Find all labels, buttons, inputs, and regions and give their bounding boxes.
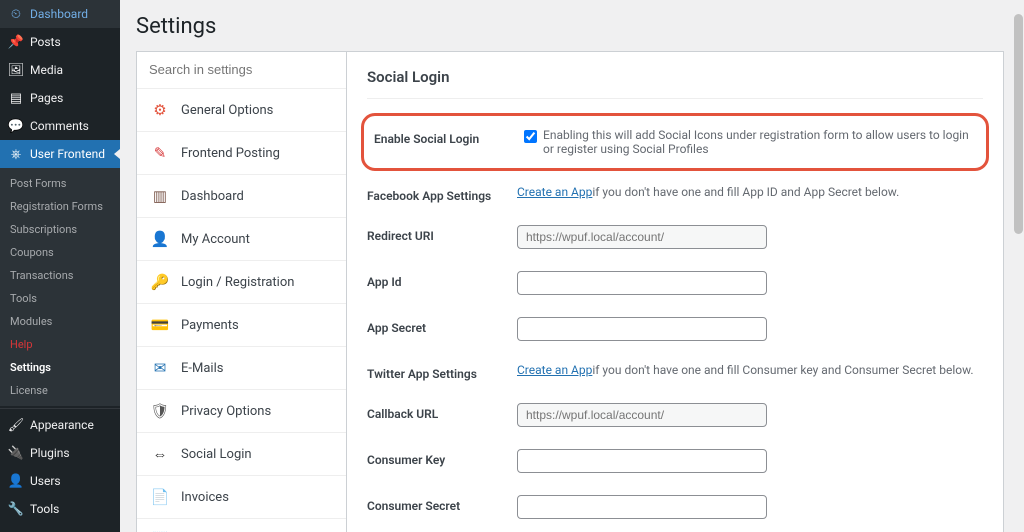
pin-icon: 📌 <box>8 34 24 50</box>
label-redirect-uri: Redirect URI <box>367 225 517 243</box>
submenu-registration-forms[interactable]: Registration Forms <box>0 195 120 218</box>
nav-tax[interactable]: 🧾Tax <box>137 519 346 532</box>
tools-icon: 🔧 <box>8 501 24 517</box>
nav-invoices[interactable]: 📄Invoices <box>137 476 346 519</box>
callback-url-input[interactable] <box>517 403 767 427</box>
media-icon: 🖼 <box>8 62 24 78</box>
nav-social-login[interactable]: ⇔Social Login <box>137 433 346 476</box>
page-title: Settings <box>136 14 1004 39</box>
label-consumer-key: Consumer Key <box>367 449 517 467</box>
facebook-create-app-link[interactable]: Create an App <box>517 185 592 199</box>
label-enable-social: Enable Social Login <box>374 128 524 146</box>
menu-posts[interactable]: 📌Posts <box>0 28 120 56</box>
submenu-subscriptions[interactable]: Subscriptions <box>0 218 120 241</box>
twitter-create-app-link[interactable]: Create an App <box>517 363 592 377</box>
menu-media[interactable]: 🖼Media <box>0 56 120 84</box>
menu-plugins[interactable]: 🔌Plugins <box>0 439 120 467</box>
menu-tools[interactable]: 🔧Tools <box>0 495 120 523</box>
app-id-input[interactable] <box>517 271 767 295</box>
nav-privacy-options[interactable]: 🛡Privacy Options <box>137 390 346 433</box>
users-icon: 👤 <box>8 473 24 489</box>
submenu-tools[interactable]: Tools <box>0 287 120 310</box>
menu-comments[interactable]: 💬Comments <box>0 112 120 140</box>
card-icon: 💳 <box>151 316 169 334</box>
comment-icon: 💬 <box>8 118 24 134</box>
label-app-id: App Id <box>367 271 517 289</box>
settings-search <box>137 52 346 89</box>
nav-payments[interactable]: 💳Payments <box>137 304 346 347</box>
settings-panel: ⚙General Options ✎Frontend Posting ▥Dash… <box>136 51 1004 532</box>
twitter-desc: if you don't have one and fill Consumer … <box>592 363 973 377</box>
main-content: Settings ⚙General Options ✎Frontend Post… <box>120 0 1024 532</box>
section-title: Social Login <box>367 68 983 99</box>
key-icon: 🔑 <box>151 273 169 291</box>
submenu-coupons[interactable]: Coupons <box>0 241 120 264</box>
menu-user-frontend[interactable]: ⎈User Frontend <box>0 140 120 168</box>
plugin-icon: 🔌 <box>8 445 24 461</box>
submenu: Post Forms Registration Forms Subscripti… <box>0 168 120 406</box>
submenu-transactions[interactable]: Transactions <box>0 264 120 287</box>
settings-nav: ⚙General Options ✎Frontend Posting ▥Dash… <box>137 52 347 532</box>
scrollbar[interactable] <box>1014 14 1023 234</box>
nav-general-options[interactable]: ⚙General Options <box>137 89 346 132</box>
facebook-desc: if you don't have one and fill App ID an… <box>592 185 899 199</box>
enable-social-desc: Enabling this will add Social Icons unde… <box>543 128 976 156</box>
dashboard-icon: ⏲ <box>8 6 24 22</box>
shield-icon: 🛡 <box>151 402 169 420</box>
consumer-secret-input[interactable] <box>517 495 767 519</box>
highlight-box: Enable Social Login Enabling this will a… <box>361 113 989 171</box>
chart-icon: ▥ <box>151 187 169 205</box>
nav-my-account[interactable]: 👤My Account <box>137 218 346 261</box>
submenu-modules[interactable]: Modules <box>0 310 120 333</box>
page-icon: ▤ <box>8 90 24 106</box>
settings-content: Social Login Enable Social Login Enablin… <box>347 52 1003 532</box>
nav-emails[interactable]: ✉E-Mails <box>137 347 346 390</box>
submenu-license[interactable]: License <box>0 379 120 402</box>
submenu-help[interactable]: Help <box>0 333 120 356</box>
label-callback-url: Callback URL <box>367 403 517 421</box>
label-facebook-settings: Facebook App Settings <box>367 185 517 203</box>
mail-icon: ✉ <box>151 359 169 377</box>
nav-dashboard[interactable]: ▥Dashboard <box>137 175 346 218</box>
gear-icon: ⚙ <box>151 101 169 119</box>
label-app-secret: App Secret <box>367 317 517 335</box>
redirect-uri-input[interactable] <box>517 225 767 249</box>
nav-frontend-posting[interactable]: ✎Frontend Posting <box>137 132 346 175</box>
consumer-key-input[interactable] <box>517 449 767 473</box>
menu-users[interactable]: 👤Users <box>0 467 120 495</box>
label-twitter-settings: Twitter App Settings <box>367 363 517 381</box>
submenu-post-forms[interactable]: Post Forms <box>0 172 120 195</box>
appearance-icon: 🖌 <box>8 417 24 433</box>
menu-dashboard[interactable]: ⏲Dashboard <box>0 0 120 28</box>
app-secret-input[interactable] <box>517 317 767 341</box>
label-consumer-secret: Consumer Secret <box>367 495 517 513</box>
person-icon: 👤 <box>151 230 169 248</box>
nav-login-registration[interactable]: 🔑Login / Registration <box>137 261 346 304</box>
share-icon: ⇔ <box>151 445 169 463</box>
userfrontend-icon: ⎈ <box>8 146 24 162</box>
menu-pages[interactable]: ▤Pages <box>0 84 120 112</box>
submenu-settings[interactable]: Settings <box>0 356 120 379</box>
menu-settings[interactable]: ⛭Settings <box>0 523 120 532</box>
enable-social-checkbox[interactable] <box>524 130 537 143</box>
edit-icon: ✎ <box>151 144 169 162</box>
document-icon: 📄 <box>151 488 169 506</box>
menu-appearance[interactable]: 🖌Appearance <box>0 411 120 439</box>
search-input[interactable] <box>149 62 334 77</box>
wp-admin-sidebar: ⏲Dashboard 📌Posts 🖼Media ▤Pages 💬Comment… <box>0 0 120 532</box>
